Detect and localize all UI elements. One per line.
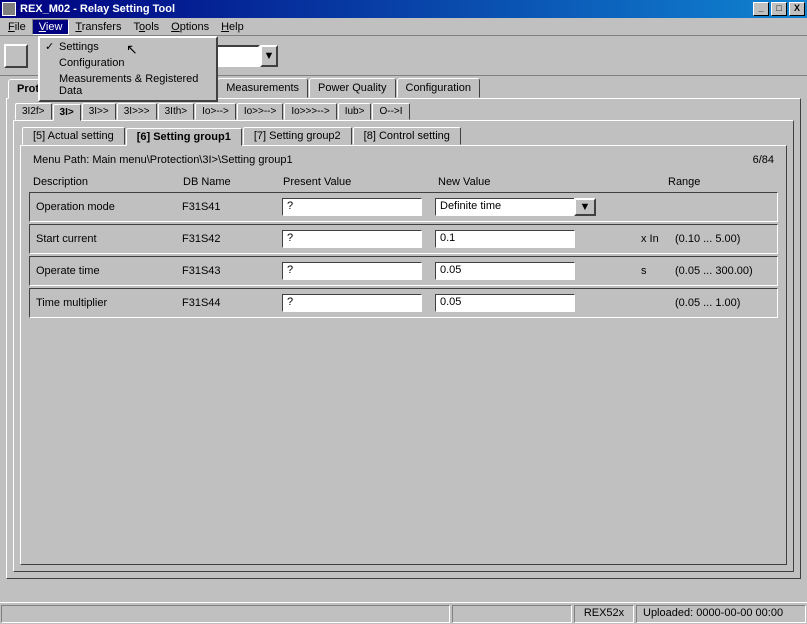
range-start-current: (0.10 ... 5.00) — [675, 233, 771, 245]
desc-start-current: Start current — [36, 233, 182, 245]
column-headers: Description DB Name Present Value New Va… — [29, 174, 778, 190]
tab-setting-group1[interactable]: [6] Setting group1 — [126, 128, 242, 146]
desc-operate-time: Operate time — [36, 265, 182, 277]
tab-measurements[interactable]: Measurements — [217, 78, 308, 98]
tab-control-setting[interactable]: [8] Control setting — [353, 127, 461, 145]
row-operation-mode: Operation mode F31S41 ? Definite time ▼ — [29, 192, 778, 222]
subtab-3i2f[interactable]: 3I2f> — [15, 103, 52, 120]
menu-options[interactable]: Options — [165, 20, 215, 34]
header-new-value: New Value — [438, 176, 668, 188]
pv-time-multiplier: ? — [282, 294, 422, 312]
menu-transfers[interactable]: Transfers — [69, 20, 127, 34]
main-tab-content: 3I2f> 3I> 3I>> 3I>>> 3Ith> Io>--> Io>>--… — [6, 98, 801, 579]
checkmark-icon: ✓ — [45, 40, 54, 53]
menu-view[interactable]: View — [32, 19, 70, 35]
subtab-io2[interactable]: Io>>--> — [237, 103, 284, 120]
row-time-multiplier: Time multiplier F31S44 ? 0.05 (0.05 ... … — [29, 288, 778, 318]
status-bar: REX52x Uploaded: 0000-00-00 00:00 — [0, 602, 807, 624]
desc-time-multiplier: Time multiplier — [36, 297, 182, 309]
dropdown-measurements[interactable]: Measurements & Registered Data — [41, 71, 215, 99]
sub-tab-row: 3I2f> 3I> 3I>> 3I>>> 3Ith> Io>--> Io>>--… — [7, 99, 800, 120]
db-start-current: F31S42 — [182, 233, 282, 245]
subtab-3i2[interactable]: 3I>> — [82, 103, 116, 120]
db-operation-mode: F31S41 — [182, 201, 282, 213]
subtab-3i3[interactable]: 3I>>> — [117, 103, 157, 120]
status-spacer — [452, 605, 572, 623]
menu-file[interactable]: File — [2, 20, 32, 34]
path-row: Menu Path: Main menu\Protection\3I>\Sett… — [29, 152, 778, 174]
tab-configuration[interactable]: Configuration — [397, 78, 480, 98]
setting-tab-row: [5] Actual setting [6] Setting group1 [7… — [14, 121, 793, 145]
menu-bar: File View Transfers Tools Options Help — [0, 18, 807, 36]
header-description: Description — [33, 176, 183, 188]
unit-operate-time: s — [635, 265, 675, 277]
tab-actual-setting[interactable]: [5] Actual setting — [22, 127, 125, 145]
dropdown-settings-label: Settings — [59, 41, 99, 53]
pv-operation-mode: ? — [282, 198, 422, 216]
subtab-iub[interactable]: Iub> — [338, 103, 372, 120]
subtab-io3[interactable]: Io>>>--> — [284, 103, 336, 120]
settings-panel: Menu Path: Main menu\Protection\3I>\Sett… — [20, 145, 787, 565]
nv-operate-time-field[interactable]: 0.05 — [435, 262, 575, 280]
maximize-button[interactable]: □ — [771, 2, 787, 16]
menu-help[interactable]: Help — [215, 20, 250, 34]
nv-start-current-field[interactable]: 0.1 — [435, 230, 575, 248]
pv-start-current: ? — [282, 230, 422, 248]
window-title: REX_M02 - Relay Setting Tool — [20, 3, 751, 15]
unit-start-current: x In — [635, 233, 675, 245]
menu-tools[interactable]: Tools — [127, 20, 165, 34]
range-operate-time: (0.05 ... 300.00) — [675, 265, 771, 277]
close-button[interactable]: X — [789, 2, 805, 16]
nv-operation-mode-dropdown[interactable]: ▼ — [574, 198, 596, 216]
row-operate-time: Operate time F31S43 ? 0.05 s (0.05 ... 3… — [29, 256, 778, 286]
sub-tab-content: [5] Actual setting [6] Setting group1 [7… — [13, 120, 794, 572]
app-icon — [2, 2, 16, 16]
menu-path: Menu Path: Main menu\Protection\3I>\Sett… — [33, 154, 293, 166]
status-uploaded: Uploaded: 0000-00-00 00:00 — [636, 605, 806, 623]
header-range: Range — [668, 176, 774, 188]
status-message — [1, 605, 450, 623]
desc-operation-mode: Operation mode — [36, 201, 182, 213]
row-start-current: Start current F31S42 ? 0.1 x In (0.10 ..… — [29, 224, 778, 254]
db-time-multiplier: F31S44 — [182, 297, 282, 309]
page-info: 6/84 — [753, 154, 774, 166]
db-operate-time: F31S43 — [182, 265, 282, 277]
dropdown-configuration[interactable]: Configuration — [41, 55, 215, 71]
header-present-value: Present Value — [283, 176, 438, 188]
nv-time-multiplier-field[interactable]: 0.05 — [435, 294, 575, 312]
window-titlebar: REX_M02 - Relay Setting Tool _ □ X — [0, 0, 807, 18]
range-time-multiplier: (0.05 ... 1.00) — [675, 297, 771, 309]
tab-setting-group2[interactable]: [7] Setting group2 — [243, 127, 352, 145]
subtab-3i[interactable]: 3I> — [53, 104, 81, 121]
status-device: REX52x — [574, 605, 634, 623]
header-dbname: DB Name — [183, 176, 283, 188]
subtab-io1[interactable]: Io>--> — [195, 103, 236, 120]
subtab-3ith[interactable]: 3Ith> — [158, 103, 195, 120]
view-dropdown: ✓ Settings ↖ Configuration Measurements … — [38, 36, 218, 102]
dropdown-settings[interactable]: ✓ Settings ↖ — [41, 39, 215, 55]
minimize-button[interactable]: _ — [753, 2, 769, 16]
tab-power-quality[interactable]: Power Quality — [309, 78, 395, 98]
subtab-oi[interactable]: O-->I — [372, 103, 409, 120]
toolbar-combo-dropdown-button[interactable]: ▼ — [260, 45, 278, 67]
toolbar-button-1[interactable] — [4, 44, 28, 68]
pv-operate-time: ? — [282, 262, 422, 280]
nv-operation-mode-field[interactable]: Definite time — [435, 198, 575, 216]
